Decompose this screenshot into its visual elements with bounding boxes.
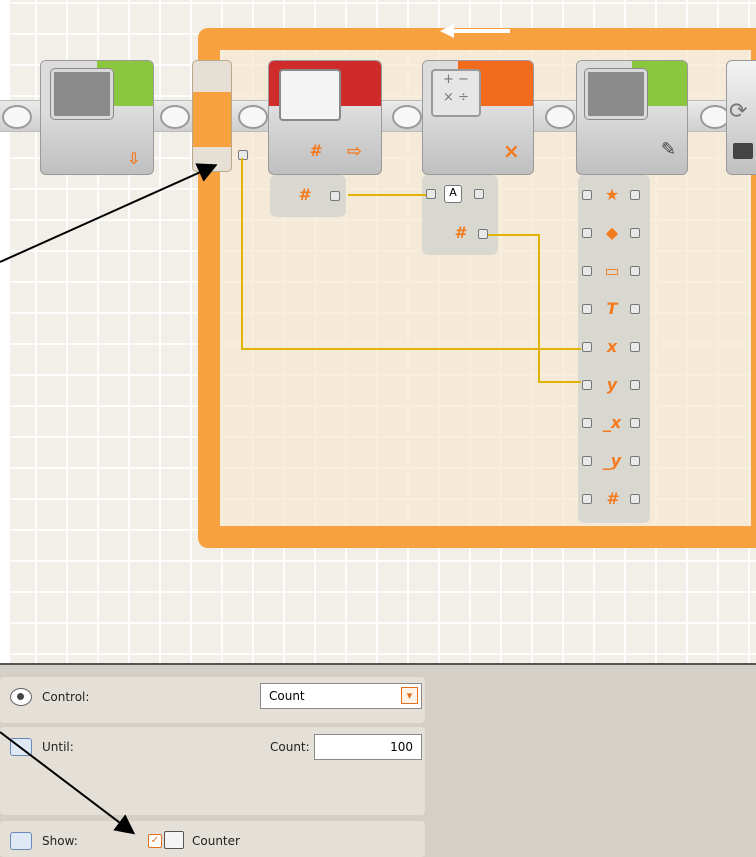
annotation-arrows (0, 163, 218, 835)
annotation-arrow-show (0, 731, 136, 835)
annotation-arrow-loop (0, 163, 218, 263)
